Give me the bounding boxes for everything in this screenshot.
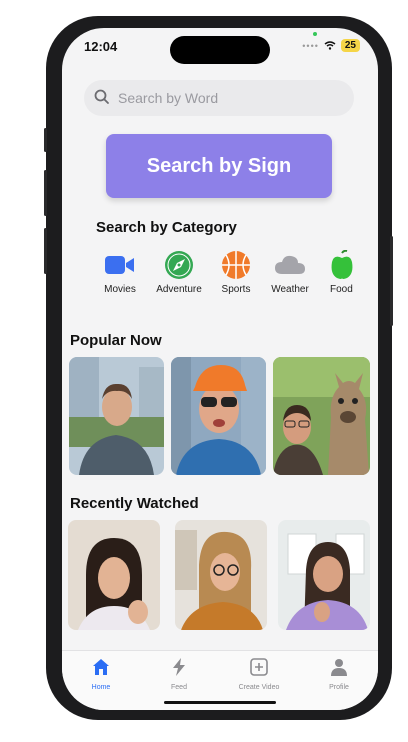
home-icon xyxy=(93,659,109,675)
tab-label: Home xyxy=(91,684,111,691)
video-thumbnail[interactable] xyxy=(278,520,370,630)
tab-profile[interactable]: Profile xyxy=(304,657,374,691)
home-indicator xyxy=(164,701,276,704)
volume-down-button xyxy=(44,228,47,274)
tab-label: Create Video xyxy=(238,684,280,691)
category-label: Adventure xyxy=(156,284,202,295)
compass-icon xyxy=(165,251,193,279)
video-thumbnail[interactable] xyxy=(68,520,160,630)
search-by-sign-button[interactable]: Search by Sign xyxy=(106,134,332,198)
battery-indicator: 25 xyxy=(340,39,360,52)
video-preview-image xyxy=(273,357,370,475)
volume-up-button xyxy=(44,170,47,216)
apple-icon xyxy=(331,250,353,279)
recent-section-title: Recently Watched xyxy=(70,495,199,512)
status-bar: 12:04 •••• 25 xyxy=(62,28,378,68)
video-preview-image xyxy=(278,520,370,630)
video-preview-image xyxy=(175,520,267,630)
category-weather[interactable]: Weather xyxy=(260,249,320,295)
status-time: 12:04 xyxy=(84,39,118,54)
category-list: Movies Adventure Sports Weather Food xyxy=(90,249,378,309)
video-camera-icon xyxy=(105,256,134,274)
category-label: Food xyxy=(330,284,353,295)
cloud-icon xyxy=(275,255,305,274)
app-screen: 12:04 •••• 25 Search by Word Search by S… xyxy=(62,28,378,710)
video-preview-image xyxy=(69,357,164,475)
category-adventure[interactable]: Adventure xyxy=(149,249,209,295)
video-thumbnail[interactable] xyxy=(175,520,267,630)
tab-label: Feed xyxy=(171,684,187,691)
tab-home[interactable]: Home xyxy=(66,657,136,691)
video-preview-image xyxy=(68,520,160,630)
category-movies[interactable]: Movies xyxy=(90,249,150,295)
popular-section-title: Popular Now xyxy=(70,332,162,349)
video-thumbnail[interactable] xyxy=(273,357,370,475)
signal-icon: •••• xyxy=(302,40,319,51)
person-icon xyxy=(331,659,347,676)
tab-feed[interactable]: Feed xyxy=(144,657,214,691)
plus-square-icon xyxy=(250,658,268,676)
category-label: Weather xyxy=(271,284,309,295)
power-button xyxy=(390,236,393,326)
category-food[interactable]: Food xyxy=(330,249,378,295)
video-preview-image xyxy=(171,357,266,475)
camera-indicator-dot xyxy=(313,32,317,36)
tab-create-video[interactable]: Create Video xyxy=(224,657,294,691)
dynamic-island xyxy=(170,36,270,64)
search-placeholder: Search by Word xyxy=(118,90,219,106)
tab-label: Profile xyxy=(329,684,349,691)
video-thumbnail[interactable] xyxy=(171,357,266,475)
search-input[interactable]: Search by Word xyxy=(84,80,354,116)
category-label: Movies xyxy=(104,284,136,295)
search-icon xyxy=(94,89,109,104)
status-icons: •••• 25 xyxy=(302,39,360,52)
category-label: Sports xyxy=(221,284,251,295)
video-thumbnail[interactable] xyxy=(69,357,164,475)
lightning-icon xyxy=(173,658,185,676)
category-section-title: Search by Category xyxy=(96,219,237,236)
mute-switch xyxy=(44,128,47,152)
wifi-icon xyxy=(324,41,336,50)
basketball-icon xyxy=(222,251,250,279)
category-sports[interactable]: Sports xyxy=(206,249,266,295)
